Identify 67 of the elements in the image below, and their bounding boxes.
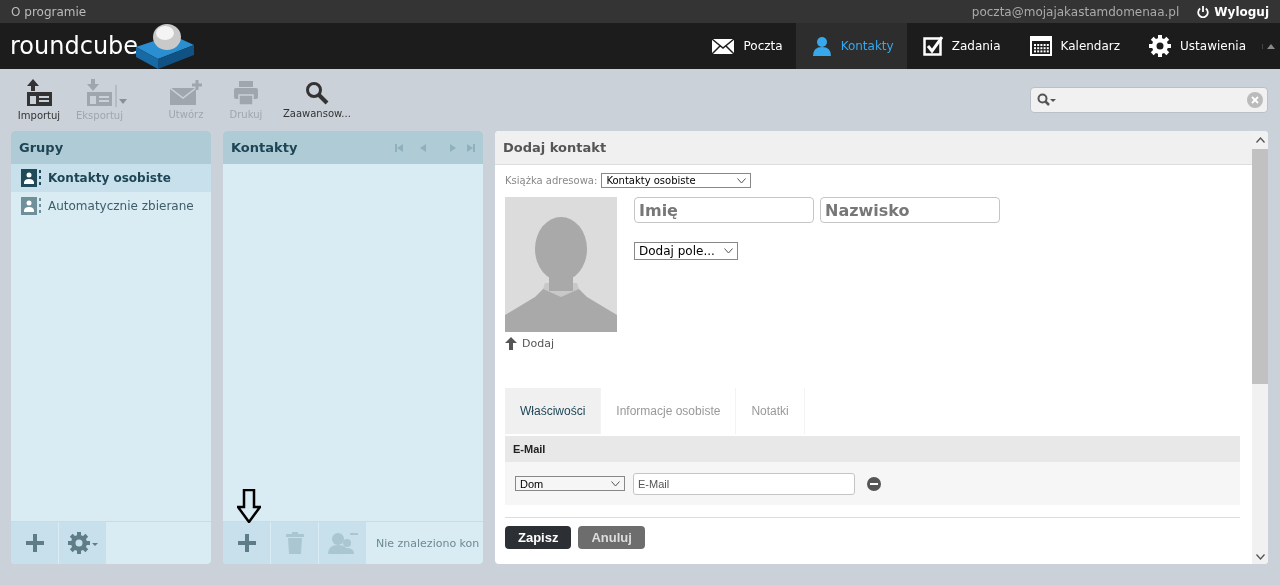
search-icon: [304, 81, 329, 105]
footer-button[interactable]: [11, 522, 59, 564]
calendar-icon: [1029, 36, 1052, 56]
status-text: Nie znaleziono kon: [376, 536, 480, 550]
panel-title: Grupy: [19, 140, 64, 155]
toolbar-button[interactable]: Zaawansow...: [282, 81, 351, 119]
upload-button[interactable]: Dodaj: [505, 337, 617, 350]
scrollbar[interactable]: [1252, 131, 1268, 564]
email-field[interactable]: E-Mail: [633, 472, 855, 495]
search-field[interactable]: [1030, 87, 1268, 113]
nav-tab[interactable]: Kalendarz: [1013, 23, 1134, 69]
nav-tab[interactable]: Kontakty: [795, 23, 907, 69]
settings-icon: [67, 532, 98, 554]
panel-title: Dodaj kontakt: [503, 140, 607, 155]
user-minus-icon: [327, 532, 358, 554]
arrow-up-icon: [505, 337, 517, 350]
email-type-select[interactable]: Dom: [515, 476, 625, 491]
footer-button[interactable]: [223, 522, 271, 564]
printer-icon: [232, 80, 259, 106]
group-item[interactable]: Kontakty osobiste: [11, 164, 211, 192]
address-book-icon: [21, 169, 41, 187]
person-icon: [811, 36, 832, 56]
plus-icon: [237, 534, 256, 552]
group-label: Kontakty osobiste: [48, 171, 171, 185]
scroll-down-icon[interactable]: [1255, 554, 1265, 560]
power-icon: [1197, 5, 1210, 18]
user-email: poczta@mojajakastamdomenaa.pl: [971, 4, 1180, 19]
trash-icon: [285, 532, 304, 554]
chevron-icon: [737, 177, 747, 184]
cancel-button[interactable]: Anuluj: [578, 526, 645, 549]
checkbox-icon: [922, 36, 943, 56]
import-icon: [25, 79, 53, 107]
nav-tab[interactable]: Ustawienia: [1133, 23, 1259, 69]
logo-text: roundcube: [10, 32, 139, 60]
toolbar-button[interactable]: Importuj: [16, 79, 62, 121]
save-button[interactable]: Zapisz: [505, 526, 572, 549]
envelope-icon: [710, 37, 735, 55]
panel-title: Kontakty: [231, 140, 298, 155]
section-title: E-Mail: [513, 443, 546, 455]
address-book-icon: [21, 197, 41, 215]
field-label: Książka adresowa:: [505, 175, 598, 186]
footer-button[interactable]: [59, 522, 107, 564]
search-icon: [1037, 93, 1057, 107]
about-link[interactable]: O programie: [11, 4, 87, 19]
chevron-icon: [611, 480, 620, 487]
group-label: Automatycznie zbierane: [48, 199, 194, 213]
remove-icon[interactable]: [867, 476, 881, 491]
export-icon: [85, 79, 114, 107]
group-item[interactable]: Automatycznie zbierane: [11, 192, 211, 220]
scroll-up-icon[interactable]: [1255, 137, 1265, 143]
addressbook-select[interactable]: Kontakty osobiste: [601, 173, 752, 188]
clear-icon[interactable]: [1247, 92, 1263, 108]
tab[interactable]: Właściwości: [505, 388, 602, 434]
plus-icon: [25, 534, 44, 552]
collapse-icon: [1262, 43, 1275, 49]
last-name-field[interactable]: Nazwisko: [820, 197, 1000, 223]
envelope-plus-icon: [169, 80, 202, 106]
chevron-icon: [724, 248, 733, 254]
nav-tab[interactable]: Poczta: [694, 23, 796, 69]
logout-button[interactable]: Wyloguj: [1197, 4, 1269, 19]
caret-icon: [115, 85, 128, 107]
settings-icon: [1149, 35, 1172, 57]
first-name-field[interactable]: Imię: [634, 197, 814, 223]
pager-icon: [395, 142, 475, 153]
nav-tab[interactable]: Zadania: [906, 23, 1014, 69]
add-field-select[interactable]: Dodaj pole...: [634, 242, 738, 260]
down-arrow-icon: [237, 489, 261, 523]
